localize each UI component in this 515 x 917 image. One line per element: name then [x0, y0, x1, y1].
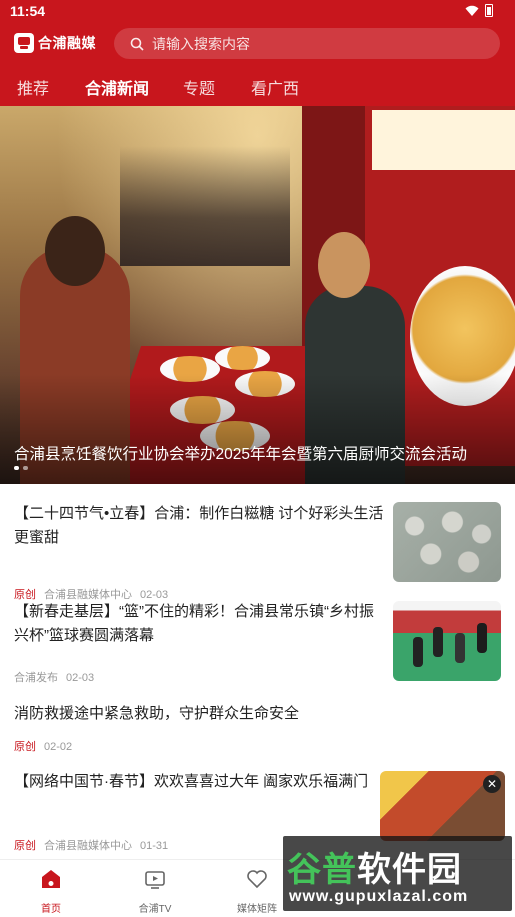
news-date: 01-31: [140, 840, 169, 852]
nav-media-matrix[interactable]: 媒体矩阵: [222, 860, 292, 917]
news-date: 02-03: [66, 672, 95, 684]
banner-photo-person-head: [318, 232, 370, 298]
nav-label: 媒体矩阵: [237, 904, 277, 915]
tab-guangxi[interactable]: 看广西: [251, 75, 299, 99]
banner-caption[interactable]: 合浦县烹饪餐饮行业协会举办2025年年会暨第六届厨师交流会活动: [14, 442, 509, 464]
close-icon[interactable]: ✕: [483, 775, 501, 793]
search-placeholder: 请输入搜索内容: [152, 35, 250, 52]
tv-icon: [145, 871, 165, 889]
news-tag: 原创: [14, 741, 36, 753]
tab-topics[interactable]: 专题: [183, 75, 215, 99]
news-tag: 原创: [14, 840, 36, 852]
watermark-title: 谷普软件园: [287, 850, 462, 890]
tab-hepu-news[interactable]: 合浦新闻: [85, 75, 149, 99]
news-source: 合浦县融媒体中心: [44, 840, 132, 852]
app-bar: 合浦融媒 请输入搜索内容: [0, 28, 515, 60]
watermark: 谷普软件园 www.gupuxlazal.com: [283, 836, 512, 911]
carousel-indicator: [14, 466, 28, 470]
status-bar: 11:54: [0, 0, 515, 24]
news-meta: 合浦发布 02-03: [14, 669, 94, 685]
news-title[interactable]: 【二十四节气•立春】合浦：制作白糍糖 讨个好彩头生活更蜜甜: [14, 502, 386, 550]
home-icon: [42, 870, 60, 888]
carousel-dot[interactable]: [14, 466, 19, 470]
search-icon: [130, 37, 144, 51]
nav-hepu-tv[interactable]: 合浦TV: [120, 860, 190, 917]
news-list: 【二十四节气•立春】合浦：制作白糍糖 讨个好彩头生活更蜜甜 原创 合浦县融媒体中心…: [0, 484, 515, 859]
news-meta: 原创 合浦县融媒体中心 01-31: [14, 837, 168, 853]
carousel-dot[interactable]: [23, 466, 28, 470]
nav-label: 合浦TV: [138, 904, 172, 915]
app-header: 11:54 合浦融媒 请输入搜索内容 推荐 合浦新闻 专题 看广西: [0, 0, 515, 106]
banner-caption-shade: [0, 374, 515, 484]
nav-label: 首页: [41, 904, 61, 915]
banner-photo-crowd: [120, 146, 290, 266]
battery-icon: [485, 4, 493, 17]
status-time: 11:54: [10, 3, 46, 19]
banner-photo-person-head: [45, 216, 105, 286]
news-title[interactable]: 【新春走基层】“篮”不住的精彩！合浦县常乐镇“乡村振兴杯”篮球赛圆满落幕: [14, 600, 386, 648]
news-source: 合浦发布: [14, 672, 58, 684]
news-date: 02-02: [44, 741, 73, 753]
news-thumbnail[interactable]: [393, 601, 501, 681]
channel-tabs: 推荐 合浦新闻 专题 看广西: [0, 70, 515, 102]
banner-carousel[interactable]: 合浦县烹饪餐饮行业协会举办2025年年会暨第六届厨师交流会活动: [0, 106, 515, 484]
news-thumbnail[interactable]: [393, 502, 501, 582]
banner-photo-poster-header: [372, 110, 515, 170]
wifi-icon: [465, 5, 479, 16]
nav-home[interactable]: 首页: [16, 860, 86, 917]
news-title[interactable]: 消防救援途中紧急救助，守护群众生命安全: [14, 702, 494, 726]
news-title[interactable]: 【网络中国节·春节】欢欢喜喜过大年 阖家欢乐福满门: [14, 770, 376, 794]
banner-photo-dish: [215, 346, 270, 370]
tab-recommend[interactable]: 推荐: [17, 75, 49, 99]
logo-text: 合浦融媒: [38, 35, 96, 51]
heart-hands-icon: [247, 870, 267, 889]
news-meta: 原创 02-02: [14, 738, 72, 754]
news-thumbnail[interactable]: ✕: [380, 771, 505, 841]
search-input[interactable]: 请输入搜索内容: [114, 28, 500, 59]
app-logo: 合浦融媒: [14, 33, 96, 53]
watermark-url: www.gupuxlazal.com: [289, 888, 469, 905]
logo-icon: [14, 33, 34, 53]
